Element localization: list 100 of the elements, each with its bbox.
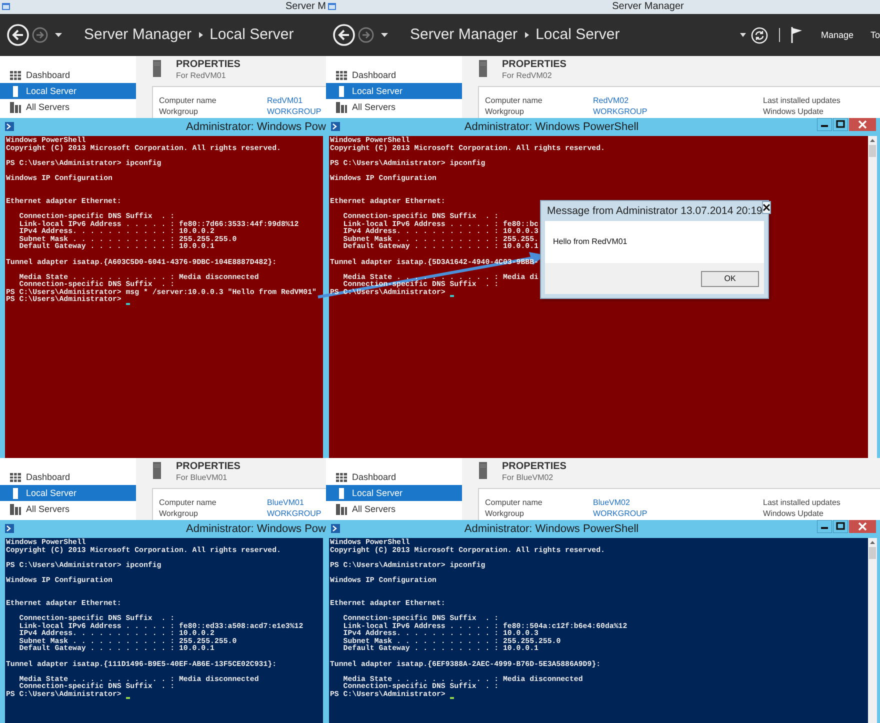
section-heading: PROPERTIES bbox=[502, 461, 566, 473]
section-heading: PROPERTIES bbox=[502, 59, 566, 71]
sidebar-item[interactable]: Dashboard bbox=[0, 469, 136, 485]
app-icon bbox=[328, 2, 337, 11]
sidebar-item[interactable]: Local Server bbox=[326, 83, 462, 99]
field-label: Computer name bbox=[485, 96, 544, 106]
minimize-icon[interactable] bbox=[817, 118, 832, 131]
menu-item[interactable]: To bbox=[870, 30, 880, 40]
server-icon bbox=[13, 86, 18, 96]
close-button[interactable] bbox=[762, 201, 772, 214]
close-icon[interactable] bbox=[849, 520, 876, 533]
server-icon bbox=[479, 60, 487, 77]
separator-icon bbox=[524, 32, 529, 38]
close-icon bbox=[763, 204, 770, 211]
servers-icon bbox=[336, 102, 347, 112]
maximize-icon[interactable] bbox=[833, 118, 848, 131]
caret-icon[interactable] bbox=[740, 33, 746, 37]
page-title[interactable]: Local Server bbox=[210, 26, 294, 44]
refresh-icon[interactable] bbox=[750, 26, 768, 44]
field-label: Workgroup bbox=[485, 508, 525, 518]
field-link[interactable]: WORKGROUP bbox=[267, 508, 322, 518]
server-icon bbox=[479, 462, 487, 479]
page-title[interactable]: Local Server bbox=[536, 26, 620, 44]
sidebar-item[interactable]: All Servers bbox=[0, 99, 136, 115]
sidebar-item[interactable]: Local Server bbox=[326, 485, 462, 501]
grid-icon bbox=[336, 472, 347, 482]
window-title: Administrator: Windows Pow bbox=[186, 522, 326, 536]
dialog-title: Message from Administrator 13.07.2014 20:19 bbox=[547, 204, 762, 218]
field-label: Computer name bbox=[159, 498, 218, 508]
section-heading: PROPERTIES bbox=[176, 461, 240, 473]
ok-button[interactable]: OK bbox=[701, 270, 759, 286]
sidebar-item[interactable]: Local Server bbox=[0, 485, 136, 501]
powershell-icon bbox=[331, 122, 340, 131]
sidebar-item[interactable]: All Servers bbox=[326, 99, 462, 115]
field-link[interactable]: WORKGROUP bbox=[593, 508, 648, 518]
field-label: Last installed updates bbox=[763, 498, 840, 508]
scrollbar[interactable] bbox=[868, 136, 877, 458]
app-icon bbox=[2, 2, 11, 11]
servers-icon bbox=[10, 102, 21, 112]
field-label: Computer name bbox=[485, 498, 544, 508]
server-icon bbox=[339, 488, 344, 498]
servers-icon bbox=[336, 504, 347, 514]
field-link[interactable]: WORKGROUP bbox=[267, 106, 322, 116]
app-title: Server Manager bbox=[410, 26, 518, 44]
window-title: Administrator: Windows PowerShell bbox=[464, 120, 639, 134]
sidebar-item[interactable]: Dashboard bbox=[326, 67, 462, 83]
scrollbar-thumb[interactable] bbox=[869, 145, 876, 157]
server-icon bbox=[153, 60, 161, 77]
field-link[interactable]: RedVM01 bbox=[267, 96, 303, 106]
window-title: Administrator: Windows PowerShell bbox=[464, 522, 639, 536]
forward-icon[interactable] bbox=[32, 27, 48, 43]
sidebar-item[interactable]: All Servers bbox=[0, 501, 136, 517]
server-icon bbox=[339, 86, 344, 96]
close-icon[interactable] bbox=[849, 118, 876, 131]
sidebar-item[interactable]: Dashboard bbox=[326, 469, 462, 485]
scroll-up-icon[interactable] bbox=[870, 541, 875, 544]
field-label: Workgroup bbox=[485, 106, 525, 116]
section-heading: PROPERTIES bbox=[176, 59, 240, 71]
powershell-icon bbox=[5, 524, 14, 533]
window-title: Administrator: Windows Pow bbox=[186, 120, 326, 134]
server-icon bbox=[13, 488, 18, 498]
flag-icon[interactable] bbox=[790, 27, 802, 43]
servers-icon bbox=[10, 504, 21, 514]
window-title: Server Manager bbox=[612, 1, 684, 13]
menu-item[interactable]: Manage bbox=[820, 30, 854, 40]
field-label: Windows Update bbox=[763, 508, 824, 518]
grid-icon bbox=[10, 70, 21, 80]
field-link[interactable]: RedVM02 bbox=[593, 96, 629, 106]
scrollbar-thumb[interactable] bbox=[869, 547, 876, 559]
maximize-icon[interactable] bbox=[833, 520, 848, 533]
field-link[interactable]: BlueVM01 bbox=[267, 498, 304, 508]
back-icon[interactable] bbox=[7, 24, 29, 46]
separator-icon bbox=[198, 32, 203, 38]
forward-icon[interactable] bbox=[358, 27, 374, 43]
field-link[interactable]: BlueVM02 bbox=[593, 498, 630, 508]
grid-icon bbox=[336, 70, 347, 80]
section-subtitle: For BlueVM01 bbox=[176, 473, 228, 483]
field-link[interactable]: WORKGROUP bbox=[593, 106, 648, 116]
section-subtitle: For RedVM02 bbox=[502, 71, 553, 81]
server-icon bbox=[153, 462, 161, 479]
sidebar-item[interactable]: All Servers bbox=[326, 501, 462, 517]
dialog-message: Hello from RedVM01 bbox=[553, 237, 628, 247]
window-title: Server M bbox=[285, 1, 326, 13]
caret-icon[interactable] bbox=[55, 33, 62, 37]
field-label: Windows Update bbox=[763, 106, 824, 116]
scroll-up-icon[interactable] bbox=[870, 139, 875, 142]
sidebar-item[interactable]: Dashboard bbox=[0, 67, 136, 83]
powershell-icon bbox=[331, 524, 340, 533]
caret-icon[interactable] bbox=[381, 33, 388, 37]
field-label: Computer name bbox=[159, 96, 218, 106]
section-subtitle: For RedVM01 bbox=[176, 71, 227, 81]
sidebar-item[interactable]: Local Server bbox=[0, 83, 136, 99]
app-title: Server Manager bbox=[84, 26, 192, 44]
field-label: Last installed updates bbox=[763, 96, 840, 106]
scrollbar[interactable] bbox=[868, 538, 877, 723]
powershell-icon bbox=[5, 122, 14, 131]
back-icon[interactable] bbox=[333, 24, 355, 46]
field-label: Workgroup bbox=[159, 106, 199, 116]
grid-icon bbox=[10, 472, 21, 482]
minimize-icon[interactable] bbox=[817, 520, 832, 533]
